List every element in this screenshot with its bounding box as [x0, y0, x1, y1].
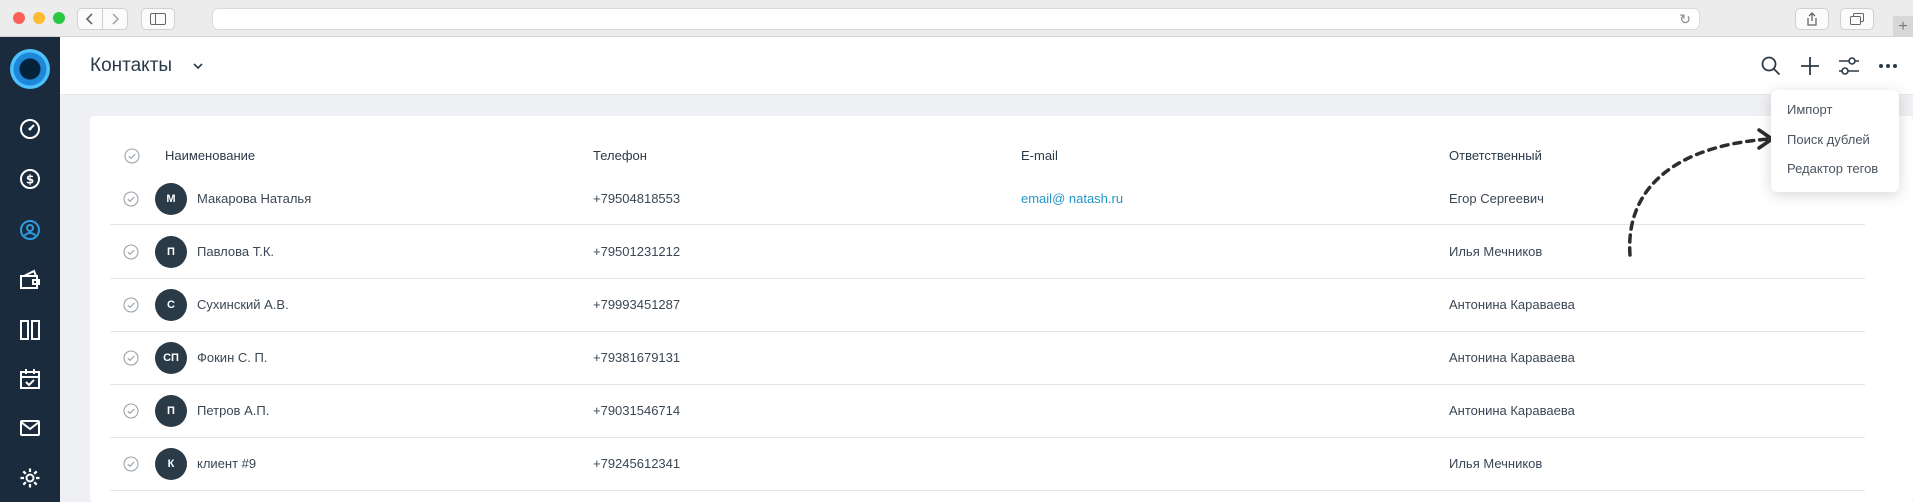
maximize-window-button[interactable] — [53, 12, 65, 24]
add-button[interactable] — [1798, 54, 1822, 78]
contact-owner: Илья Мечников — [1449, 456, 1543, 471]
share-button[interactable] — [1795, 8, 1829, 30]
column-header-phone[interactable]: Телефон — [593, 148, 647, 163]
nav-contacts[interactable] — [18, 218, 42, 242]
table-row[interactable]: М Макарова Наталья +79504818553 email@ n… — [110, 172, 1865, 225]
select-all-checkbox[interactable] — [124, 148, 140, 164]
column-header-email[interactable]: E-mail — [1021, 148, 1058, 163]
avatar: П — [155, 236, 187, 268]
deals-icon — [20, 269, 40, 289]
calendar-icon — [20, 369, 40, 389]
chevron-down-icon[interactable] — [190, 58, 206, 74]
contact-phone[interactable]: +79993451287 — [593, 297, 680, 312]
contact-owner: Антонина Караваева — [1449, 403, 1575, 418]
contact-phone[interactable]: +79245612341 — [593, 456, 680, 471]
row-checkbox[interactable] — [123, 403, 139, 419]
page-title[interactable]: Контакты — [90, 55, 172, 77]
minimize-window-button[interactable] — [33, 12, 45, 24]
more-button[interactable] — [1876, 54, 1900, 78]
avatar: М — [155, 183, 187, 215]
contact-phone[interactable]: +79031546714 — [593, 403, 680, 418]
nav-settings[interactable] — [18, 466, 42, 490]
menu-item-tag-editor[interactable]: Редактор тегов — [1787, 161, 1878, 176]
more-menu: Импорт Поиск дублей Редактор тегов — [1771, 90, 1899, 192]
menu-item-import[interactable]: Импорт — [1787, 102, 1832, 117]
contact-owner: Антонина Караваева — [1449, 350, 1575, 365]
nav-deals[interactable] — [18, 268, 42, 292]
app-sidebar: $ — [0, 37, 60, 502]
nav-calendar[interactable] — [18, 367, 42, 391]
filter-icon — [1839, 57, 1859, 75]
table-row[interactable]: СП Фокин С. П. +79381679131 Антонина Кар… — [110, 332, 1865, 385]
contacts-icon — [20, 220, 40, 240]
new-tab-button[interactable]: + — [1893, 16, 1913, 38]
share-icon — [1807, 12, 1817, 26]
avatar: СП — [155, 342, 187, 374]
back-button[interactable] — [77, 8, 103, 30]
nav-kanban[interactable] — [18, 318, 42, 342]
contact-phone[interactable]: +79504818553 — [593, 191, 680, 206]
contact-name[interactable]: Петров А.П. — [197, 403, 269, 418]
table-row[interactable]: С Сухинский А.В. +79993451287 Антонина К… — [110, 279, 1865, 332]
kanban-icon — [20, 320, 40, 340]
browser-toolbar: ↻ + — [0, 0, 1913, 38]
address-bar[interactable]: ↻ — [212, 8, 1700, 30]
avatar: К — [155, 448, 187, 480]
column-header-name[interactable]: Наименование — [165, 148, 255, 163]
filter-button[interactable] — [1837, 54, 1861, 78]
dollar-icon: $ — [20, 169, 40, 189]
contact-phone[interactable]: +79501231212 — [593, 244, 680, 259]
row-checkbox[interactable] — [123, 350, 139, 366]
table-header: Наименование Телефон E-mail Ответственны… — [90, 140, 1865, 174]
reload-icon[interactable]: ↻ — [1679, 11, 1691, 28]
search-button[interactable] — [1759, 54, 1783, 78]
svg-text:$: $ — [26, 173, 34, 187]
nav-dashboard[interactable] — [18, 117, 42, 141]
tabs-icon — [1850, 13, 1864, 25]
tab-overview-button[interactable] — [1840, 8, 1874, 30]
contact-email[interactable]: email@ natash.ru — [1021, 191, 1123, 206]
chevron-left-icon — [85, 13, 93, 25]
nav-finance[interactable]: $ — [18, 167, 42, 191]
contact-owner: Егор Сергеевич — [1449, 191, 1544, 206]
chevron-right-icon — [112, 13, 120, 25]
search-icon — [1761, 56, 1781, 76]
avatar: С — [155, 289, 187, 321]
column-header-owner[interactable]: Ответственный — [1449, 148, 1542, 163]
contact-name[interactable]: Павлова Т.К. — [197, 244, 274, 259]
forward-button[interactable] — [102, 8, 128, 30]
nav-mail[interactable] — [18, 416, 42, 440]
table-row[interactable]: П Петров А.П. +79031546714 Антонина Кара… — [110, 385, 1865, 438]
sidebar-icon — [150, 13, 166, 25]
more-icon — [1879, 64, 1897, 68]
menu-item-find-duplicates[interactable]: Поиск дублей — [1787, 132, 1870, 147]
contact-name[interactable]: Фокин С. П. — [197, 350, 267, 365]
mail-icon — [20, 420, 40, 436]
table-row[interactable]: К клиент #9 +79245612341 Илья Мечников — [110, 438, 1865, 491]
close-window-button[interactable] — [13, 12, 25, 24]
avatar: П — [155, 395, 187, 427]
row-checkbox[interactable] — [123, 191, 139, 207]
annotation-arrow — [1628, 128, 1774, 257]
table-row[interactable]: П Павлова Т.К. +79501231212 Илья Мечнико… — [110, 226, 1865, 279]
app-logo[interactable] — [10, 49, 50, 89]
row-checkbox[interactable] — [123, 244, 139, 260]
contact-name[interactable]: клиент #9 — [197, 456, 256, 471]
row-checkbox[interactable] — [123, 456, 139, 472]
row-checkbox[interactable] — [123, 297, 139, 313]
plus-icon — [1801, 57, 1819, 75]
contact-owner: Илья Мечников — [1449, 244, 1543, 259]
contact-phone[interactable]: +79381679131 — [593, 350, 680, 365]
contact-name[interactable]: Сухинский А.В. — [197, 297, 289, 312]
sidebar-toggle-button[interactable] — [141, 8, 175, 30]
page-header: Контакты — [60, 37, 1913, 95]
contact-owner: Антонина Караваева — [1449, 297, 1575, 312]
dashboard-icon — [20, 119, 40, 139]
settings-icon — [20, 468, 40, 488]
contact-name[interactable]: Макарова Наталья — [197, 191, 311, 206]
